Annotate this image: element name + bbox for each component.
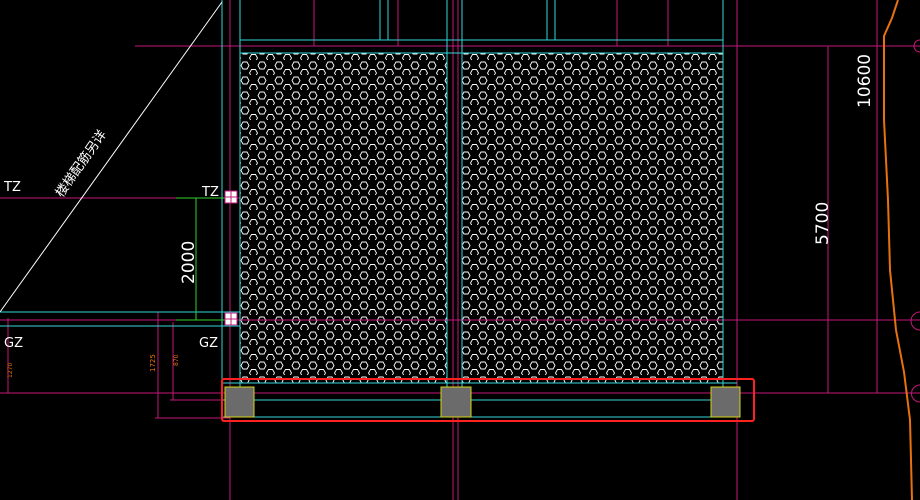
column-right[interactable] — [710, 386, 741, 418]
dim-text-5700: 5700 — [813, 202, 833, 245]
hatch-panel-left — [240, 53, 447, 383]
bottom-columns[interactable] — [224, 386, 741, 418]
dim-text-870: 870 — [173, 354, 180, 366]
label-tz-right: TZ — [201, 185, 219, 200]
magenta-lines — [0, 0, 920, 500]
hatch-panel-right — [462, 53, 723, 383]
dim-text-1270: 1270 — [7, 363, 14, 378]
column-left[interactable] — [224, 386, 255, 418]
dim-text-10600: 10600 — [855, 54, 875, 108]
dim-text-2000: 2000 — [179, 241, 199, 284]
boundary-curve — [883, 0, 913, 500]
label-gz-left: GZ — [4, 336, 23, 351]
cad-drawing-canvas[interactable]: TZ TZ GZ GZ 楼梯配筋另详 10600 5700 2000 1725 … — [0, 0, 920, 500]
hatched-panels — [240, 53, 723, 383]
label-gz-right: GZ — [199, 336, 218, 351]
right-edge-arc-2 — [910, 311, 920, 331]
column-center[interactable] — [440, 386, 472, 418]
stair-note-text: 楼梯配筋另详 — [52, 127, 110, 200]
grip-markers[interactable] — [224, 190, 238, 326]
dim-text-1725: 1725 — [149, 354, 157, 372]
label-tz-left: TZ — [3, 180, 21, 195]
